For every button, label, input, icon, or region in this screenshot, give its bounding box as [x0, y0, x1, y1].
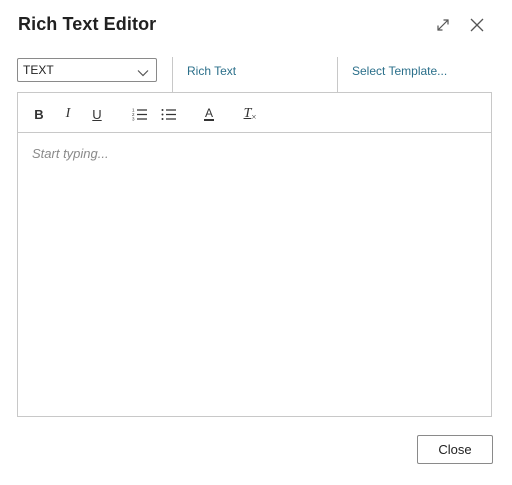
ordered-list-button[interactable]: 1 2 3	[129, 103, 151, 125]
bold-icon: B	[34, 106, 44, 122]
divider	[337, 57, 338, 92]
clear-format-button[interactable]: T×	[239, 103, 261, 125]
clear-format-icon: T×	[243, 106, 257, 122]
close-dialog-button[interactable]	[466, 14, 488, 36]
format-select[interactable]: TEXT	[17, 58, 157, 82]
bullet-list-button[interactable]	[158, 103, 180, 125]
dialog-title: Rich Text Editor	[18, 14, 157, 34]
expand-icon	[435, 17, 451, 33]
editor-toolbar: B I U 1 2 3 A T×	[18, 93, 491, 133]
editor-placeholder: Start typing...	[32, 146, 109, 161]
rich-text-link[interactable]: Rich Text	[187, 64, 236, 78]
underline-icon: U	[92, 106, 102, 122]
close-button[interactable]: Close	[417, 435, 493, 464]
font-color-icon: A	[203, 106, 214, 121]
select-template-link[interactable]: Select Template...	[352, 64, 447, 78]
expand-button[interactable]	[432, 14, 454, 36]
bold-button[interactable]: B	[28, 103, 50, 125]
italic-button[interactable]: I	[57, 103, 79, 125]
chevron-down-icon	[137, 66, 149, 80]
bullet-list-icon	[161, 107, 177, 121]
font-color-button[interactable]: A	[198, 103, 220, 125]
format-select-value: TEXT	[23, 63, 54, 77]
svg-text:3: 3	[132, 117, 135, 122]
underline-button[interactable]: U	[86, 103, 108, 125]
rich-text-editor-dialog: Rich Text Editor TEXT Rich Text Select T…	[0, 0, 512, 485]
editor-panel: B I U 1 2 3 A T× Start typing...	[17, 92, 492, 417]
italic-icon: I	[65, 106, 71, 121]
divider	[172, 57, 173, 92]
editor-content[interactable]: Start typing...	[32, 146, 109, 161]
close-icon	[469, 17, 485, 33]
ordered-list-icon: 1 2 3	[132, 107, 148, 121]
